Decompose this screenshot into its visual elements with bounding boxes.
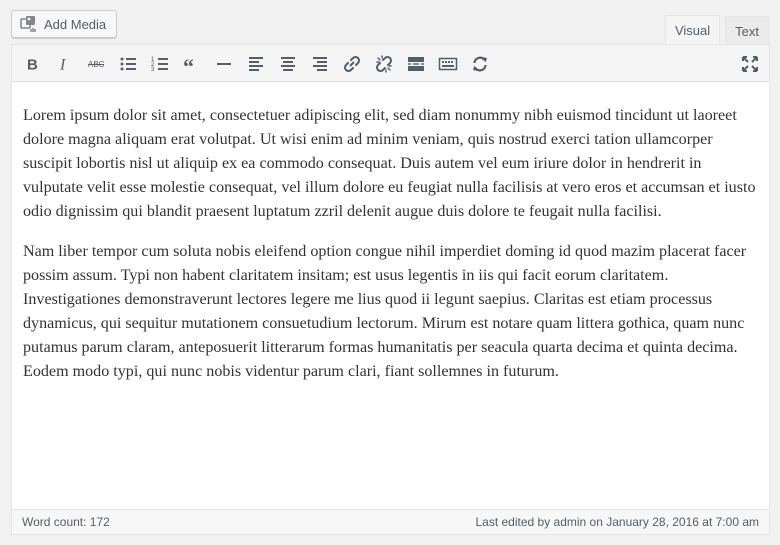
blockquote-icon: “ (183, 54, 194, 74)
align-center-button[interactable] (274, 50, 302, 78)
numbered-list-icon: 1 2 3 (151, 57, 168, 73)
bold-icon: B (27, 57, 38, 74)
read-more-icon (408, 57, 424, 71)
tab-visual[interactable]: Visual (664, 15, 721, 45)
add-media-button[interactable]: Add Media (11, 10, 118, 38)
horizontal-line-icon (217, 63, 231, 65)
strikethrough-icon: ABC (88, 60, 105, 69)
paragraph: Nam liber tempor cum soluta nobis eleife… (23, 243, 747, 380)
blockquote-button[interactable]: “ (178, 50, 206, 78)
align-right-button[interactable] (306, 50, 334, 78)
refresh-button[interactable] (466, 50, 494, 78)
fullscreen-icon (742, 56, 758, 72)
bold-button[interactable]: B (18, 50, 46, 78)
tab-text[interactable]: Text (725, 16, 769, 45)
refresh-icon (473, 56, 487, 72)
strikethrough-button[interactable]: ABC (82, 50, 110, 78)
keyboard-icon (438, 57, 458, 71)
editor-tabs: Visual Text (664, 15, 769, 45)
bullet-list-button[interactable] (114, 50, 142, 78)
read-more-button[interactable] (402, 50, 430, 78)
bullet-list-icon (120, 57, 136, 71)
fullscreen-button[interactable] (736, 50, 764, 78)
align-right-icon (313, 57, 327, 71)
svg-text:I: I (59, 57, 66, 74)
svg-text:3: 3 (151, 67, 155, 73)
editor-content[interactable]: Lorem ipsum dolor sit amet, consectetuer… (12, 82, 769, 384)
add-media-label: Add Media (44, 16, 107, 32)
numbered-list-button[interactable]: 1 2 3 (146, 50, 174, 78)
last-edited: Last edited by admin on January 28, 2016… (475, 515, 759, 529)
svg-text:“: “ (183, 54, 194, 74)
paragraph: Lorem ipsum dolor sit amet, consectetuer… (23, 107, 756, 220)
align-left-icon (249, 57, 263, 71)
italic-button[interactable]: I (50, 50, 78, 78)
align-center-icon (281, 57, 295, 71)
insert-link-button[interactable] (338, 50, 366, 78)
align-left-button[interactable] (242, 50, 270, 78)
status-bar: Word count: 172 Last edited by admin on … (12, 509, 769, 534)
link-icon (343, 55, 361, 73)
editor-frame: B I ABC 1 2 3 “ Lorem ipsum dolor sit am… (11, 44, 770, 535)
add-media-icon (20, 15, 38, 33)
svg-text:B: B (27, 57, 38, 74)
unlink-icon (375, 55, 393, 73)
italic-icon: I (59, 57, 66, 74)
horizontal-line-button[interactable] (210, 50, 238, 78)
formatting-toolbar: B I ABC 1 2 3 “ (12, 45, 769, 82)
word-count: Word count: 172 (22, 515, 110, 529)
remove-link-button[interactable] (370, 50, 398, 78)
toolbar-toggle-button[interactable] (434, 50, 462, 78)
